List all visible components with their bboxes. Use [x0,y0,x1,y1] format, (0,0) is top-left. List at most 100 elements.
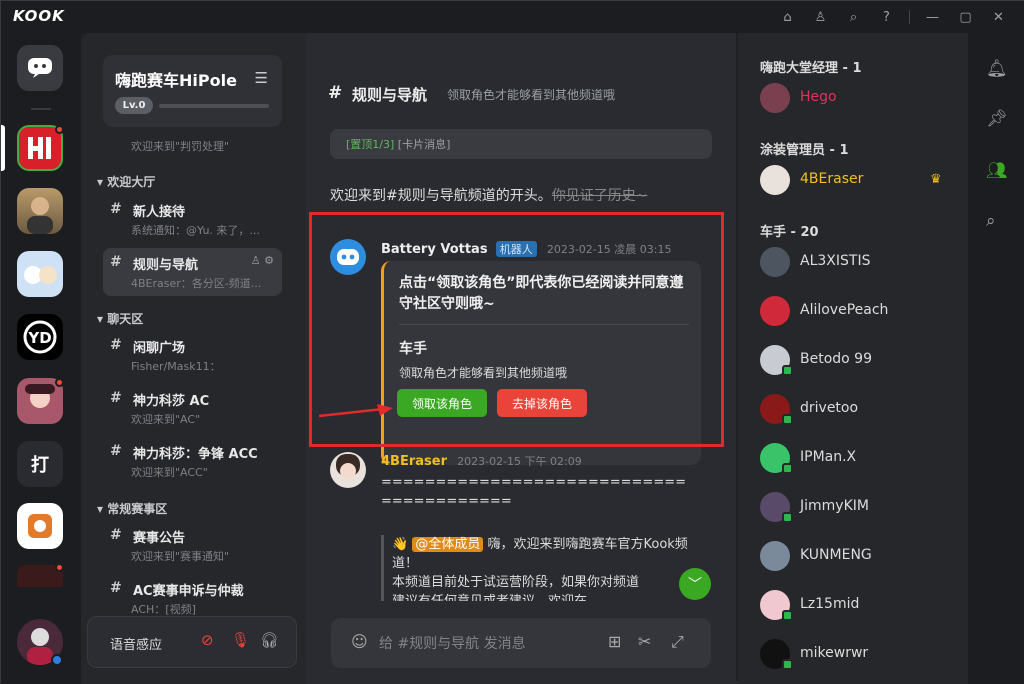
direct-messages-button[interactable] [17,45,63,91]
menu-icon[interactable]: ☰ [255,69,268,87]
mobile-status-icon [782,414,793,425]
member-item[interactable]: AL3XISTIS [760,247,960,281]
guild-name: 嗨跑赛车HiPole [115,71,237,90]
server-avatar-2[interactable] [17,188,63,234]
member-item[interactable]: mikewrwr [760,639,960,673]
shirt-icon[interactable]: ♙ [804,7,837,27]
member-item[interactable]: Lz15mid [760,590,960,624]
search-icon[interactable]: ⌕ [986,211,996,231]
channel-title: 规则与导航 [352,86,428,104]
channel-preview: 欢迎来到"赛事通知" [131,550,230,563]
add-icon[interactable]: ⊞ [608,632,621,651]
app-window: KOOK ⌂ ♙ ⌕ ? — ▢ ✕ YD 打 嗨跑赛车HiPole ☰ Lv.… [0,0,1024,684]
channel-item-appeals[interactable]: # AC赛事申诉与仲裁 ACH：[视频] [103,574,282,622]
member-name: AL3XISTIS [800,253,871,269]
crown-icon: ♛ [930,172,942,187]
user-avatar-4beraser[interactable] [330,452,366,488]
headphones-icon[interactable]: 🎧︎ [260,631,279,649]
category-events[interactable]: ▾ 常规赛事区 [97,500,167,517]
message-input[interactable]: ☺ 给 #规则与导航 发消息 ⊞ ✂ ⤢ [331,618,711,668]
member-item[interactable]: 4BEraser ♛ [760,165,960,199]
text-channel-icon: # [110,390,122,406]
channel-hash-icon: # [328,83,343,103]
channel-panel: 嗨跑赛车HiPole ☰ Lv.0 欢迎来到"判罚处理" ▾ 欢迎大厅 # 新人… [81,33,306,684]
message-text: ============================ ===========… [381,475,686,509]
level-badge: Lv.0 [115,97,153,114]
channel-welcome: 欢迎来到#规则与导航频道的开头。你见证了历史~ [330,185,647,205]
text-channel-icon: # [110,527,122,543]
member-name: mikewrwr [800,645,869,661]
member-list: 嗨跑大堂经理 - 1 Hego 涂装管理员 - 1 4BEraser ♛ 车手 … [738,33,968,684]
member-item[interactable]: Betodo 99 [760,345,960,379]
emoji-icon[interactable]: ☺ [351,632,368,651]
add-member-icon[interactable]: ♙ [251,254,261,267]
level-progress [159,104,269,108]
channel-preview: 欢迎来到"ACC" [131,466,208,479]
member-item[interactable]: AlilovePeach [760,296,960,330]
help-icon[interactable]: ? [870,7,903,27]
server-sidebar: YD 打 [1,33,81,684]
guild-header[interactable]: 嗨跑赛车HiPole ☰ Lv.0 [103,55,282,127]
server-da[interactable]: 打 [17,441,63,487]
message-author[interactable]: 4BEraser [381,454,447,469]
channel-item-newcomer[interactable]: # 新人接待 系统通知：@Yu. 来了，... [103,195,282,243]
member-name: IPMan.X [800,449,857,465]
right-rail: 🔔︎ 📌︎ 👥︎ ⌕ [968,33,1024,684]
mic-muted-icon[interactable]: 🎙︎ [231,631,250,649]
chat-bubble-icon [28,58,52,78]
channel-item-ac[interactable]: # 神力科莎 AC 欢迎来到"AC" [103,384,282,432]
channel-name: 闲聊广场 [133,341,186,356]
search-icon[interactable]: ⌕ [837,7,870,27]
member-name: drivetoo [800,400,859,416]
annotation-arrow-icon [319,404,393,418]
channel-item-announcements[interactable]: # 赛事公告 欢迎来到"赛事通知" [103,521,282,569]
member-item[interactable]: JimmyKIM [760,492,960,526]
member-name: JimmyKIM [800,498,869,514]
member-name: Hego [800,89,837,105]
svg-text:YD: YD [27,329,51,347]
channel-item-rules[interactable]: # 规则与导航 ♙ ⚙ 4BEraser：各分区-频道... [103,248,282,296]
mobile-status-icon [782,659,793,670]
scroll-to-bottom-button[interactable]: ﹀ [679,568,711,600]
welcome-struck-text: 你见证了历史~ [551,188,648,204]
channel-preview: 4BEraser：各分区-频道... [131,277,262,290]
voice-label: 语音感应 [110,638,163,653]
channel-topic: 领取角色才能够看到其他频道哦 [447,88,616,102]
message-quote: 👋 @全体成员 嗨，欢迎来到嗨跑赛车官方Kook频道！ 本频道目前处于试运营阶段… [381,535,691,611]
maximize-icon[interactable]: ▢ [949,7,982,27]
channel-item-plaza[interactable]: # 闲聊广场 Fisher/Mask11： [103,331,282,379]
role-header: 涂装管理员 - 1 [760,143,849,158]
channel-item-acc[interactable]: # 神力科莎：争锋 ACC 欢迎来到"ACC" [103,437,282,485]
channel-preview-text: 欢迎来到"判罚处理" [131,140,230,153]
category-chat[interactable]: ▾ 聊天区 [97,310,143,327]
expand-icon[interactable]: ⤢ [671,632,684,652]
server-anime-cats[interactable] [17,251,63,297]
pin-icon[interactable]: 📌︎ [986,109,1008,129]
voice-activity-off-icon[interactable]: ⊘ [201,631,214,649]
members-icon[interactable]: 👥︎ [986,161,1008,181]
category-welcome[interactable]: ▾ 欢迎大厅 [97,173,155,190]
close-icon[interactable]: ✕ [982,7,1015,27]
server-yd[interactable]: YD [17,314,63,360]
member-name: 4BEraser [800,171,864,187]
text-channel-icon: # [110,337,122,353]
channel-name: 新人接待 [133,205,186,220]
text-channel-icon: # [110,580,122,596]
member-item[interactable]: drivetoo [760,394,960,428]
title-bar: KOOK ⌂ ♙ ⌕ ? — ▢ ✕ [1,1,1024,33]
server-orange[interactable] [17,503,63,549]
wave-emoji-icon: 👋 [392,537,409,552]
member-item[interactable]: IPMan.X [760,443,960,477]
minimize-icon[interactable]: — [916,7,949,27]
mobile-status-icon [782,463,793,474]
channel-name: 神力科莎：争锋 ACC [133,447,258,462]
bell-icon[interactable]: 🔔︎ [986,59,1008,79]
settings-icon[interactable]: ⚙ [264,254,274,267]
member-item[interactable]: Hego [760,83,960,117]
mention-all[interactable]: @全体成员 [412,537,484,552]
store-icon[interactable]: ⌂ [771,7,804,27]
pinned-message-bar[interactable]: [置顶1/3] [卡片消息] [330,129,712,159]
scissors-icon[interactable]: ✂ [638,632,651,651]
member-item[interactable]: KUNMENG [760,541,960,575]
app-logo: KOOK [13,7,65,25]
